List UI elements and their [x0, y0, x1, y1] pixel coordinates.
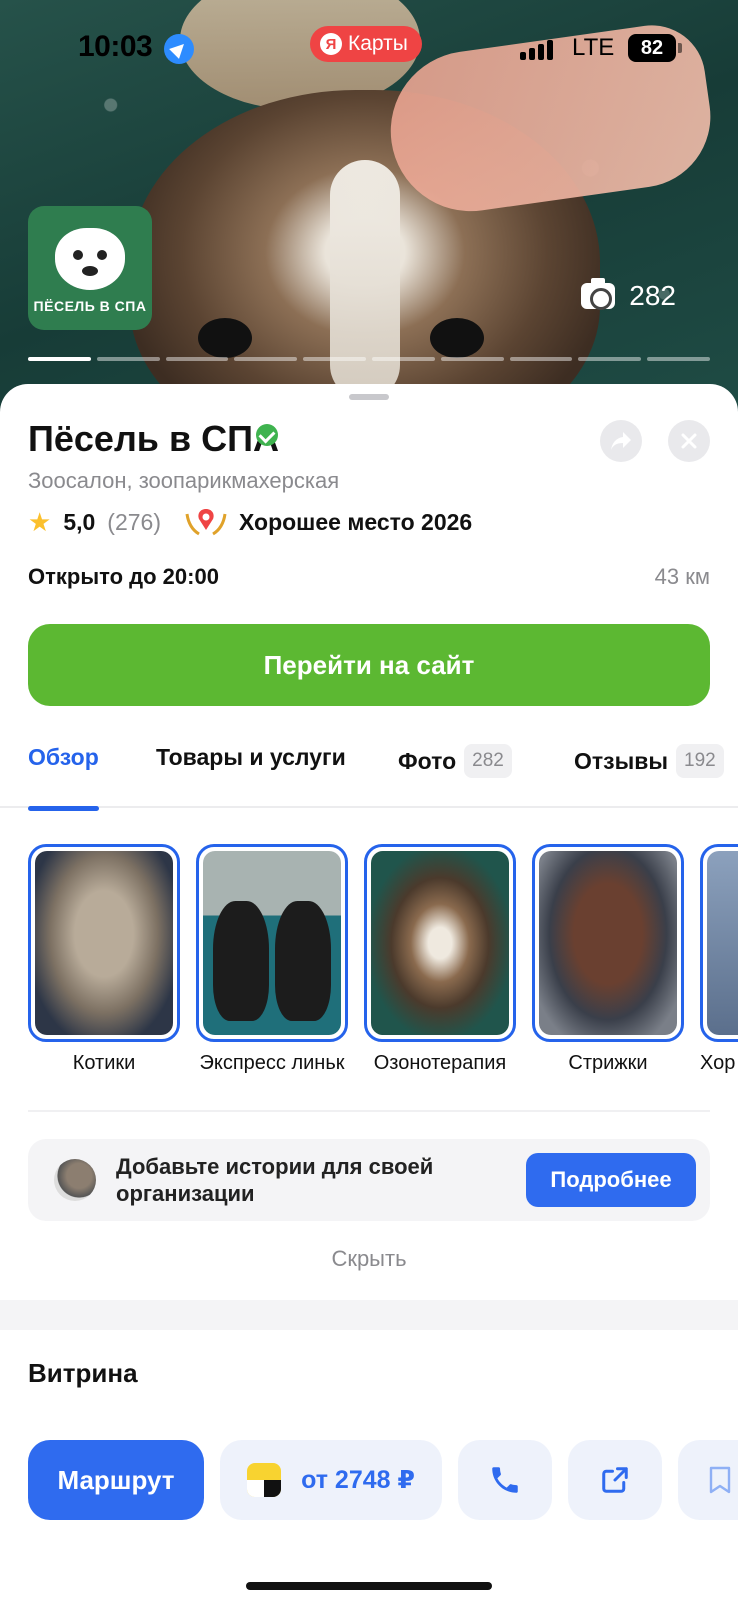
pager-segment	[647, 357, 710, 361]
bottom-action-bar: Маршрут от 2748 ₽	[0, 1390, 738, 1600]
tab-label: Отзывы	[574, 747, 669, 774]
tab-label: Фото	[398, 747, 457, 774]
story-frame	[196, 844, 348, 1042]
taxi-price: от 2748 ₽	[301, 1466, 415, 1494]
share-button[interactable]	[600, 420, 642, 462]
distance: 43 км	[654, 564, 710, 589]
photo-dog-eye	[430, 318, 484, 358]
call-button[interactable]	[458, 1440, 552, 1520]
rating-count: (276)	[107, 508, 161, 535]
story-image	[203, 851, 341, 1035]
story-image	[35, 851, 173, 1035]
dog-logo-icon	[55, 228, 125, 290]
tab-count: 282	[464, 744, 512, 778]
open-external-icon	[602, 1467, 628, 1493]
photo-dog-blaze	[330, 160, 400, 400]
status-bar: 10:03 Я Карты LTE 82	[0, 0, 738, 100]
bookmark-icon	[709, 1466, 731, 1494]
open-external-button[interactable]	[568, 1440, 662, 1520]
tab-count: 192	[676, 744, 724, 778]
photo-pager	[28, 357, 710, 361]
story-label: Хор	[700, 1052, 736, 1074]
go-to-site-button[interactable]: Перейти на сайт	[28, 624, 710, 706]
story-label: Котики	[72, 1052, 136, 1074]
stories-promo-banner: Добавьте истории для своей организации П…	[28, 1139, 710, 1221]
signal-icon	[520, 40, 553, 60]
award-icon	[185, 509, 227, 536]
back-to-app-button[interactable]: Я Карты	[310, 26, 422, 62]
place-category: Зоосалон, зоопарикмахерская	[28, 468, 340, 493]
story-label: Озонотерапия	[373, 1052, 507, 1074]
story-item[interactable]: Стрижки	[532, 844, 684, 1075]
close-button[interactable]	[668, 420, 710, 462]
divider	[28, 1110, 710, 1112]
verified-icon	[256, 424, 278, 446]
phone-icon	[492, 1467, 518, 1493]
story-frame	[28, 844, 180, 1042]
story-item[interactable]: Хор	[700, 844, 738, 1075]
status-time: 10:03	[78, 30, 153, 63]
place-name: Пёсель в СПА	[28, 418, 279, 459]
story-item[interactable]: Озонотерапия	[364, 844, 516, 1075]
story-item[interactable]: Котики	[28, 844, 180, 1075]
camera-icon	[581, 278, 616, 310]
promo-text: Добавьте истории для своей организации	[116, 1154, 434, 1206]
photo-count-button[interactable]: 282	[581, 278, 676, 312]
pager-segment	[440, 357, 504, 361]
stories-carousel[interactable]: Котики Экспресс линьк Озонотерапия Стриж…	[28, 844, 738, 1094]
share-icon	[611, 432, 631, 450]
tab-photos[interactable]: Фото 282	[398, 744, 512, 778]
rating-value: 5,0	[63, 508, 96, 535]
rating-row[interactable]: ★ 5,0 (276) Хорошее место 2026	[28, 506, 472, 538]
photo-count-value: 282	[629, 280, 676, 311]
story-item[interactable]: Экспресс линьк	[196, 844, 348, 1075]
pager-segment	[371, 357, 435, 361]
showcase-title: Витрина	[28, 1358, 138, 1388]
story-frame	[364, 844, 516, 1042]
story-label: Стрижки	[568, 1052, 648, 1074]
network-type: LTE	[572, 34, 615, 61]
story-frame	[532, 844, 684, 1042]
more-info-button[interactable]: Подробнее	[526, 1153, 696, 1207]
pager-segment	[28, 357, 91, 361]
story-image	[539, 851, 677, 1035]
yandex-badge-icon: Я	[320, 33, 342, 55]
pager-segment	[303, 357, 366, 361]
hide-link[interactable]: Скрыть	[0, 1246, 738, 1272]
home-indicator	[246, 1582, 492, 1590]
tab-bar: Обзор Товары и услуги Фото 282 Отзывы 19…	[0, 724, 738, 811]
taxi-icon	[247, 1463, 282, 1497]
pager-segment	[165, 357, 229, 361]
pager-segment	[578, 357, 642, 361]
story-label: Экспресс линьк	[199, 1052, 345, 1074]
tab-label: Обзор	[28, 744, 99, 770]
tab-overview[interactable]: Обзор	[28, 744, 99, 811]
taxi-button[interactable]: от 2748 ₽	[220, 1440, 442, 1520]
story-image	[707, 851, 738, 1035]
pager-segment	[96, 357, 160, 361]
section-separator	[0, 1300, 738, 1330]
story-image	[371, 851, 509, 1035]
close-icon	[681, 433, 697, 449]
battery-indicator: 82	[628, 34, 682, 62]
route-button[interactable]: Маршрут	[28, 1440, 204, 1520]
sheet-grabber[interactable]	[349, 394, 389, 400]
bookmark-button[interactable]	[678, 1440, 738, 1520]
star-icon: ★	[28, 506, 52, 537]
place-logo[interactable]: ПЁСЕЛЬ В СПА	[28, 206, 152, 330]
location-arrow-icon	[164, 34, 194, 64]
pager-segment	[509, 357, 573, 361]
pager-segment	[234, 357, 298, 361]
award-label: Хорошее место 2026	[239, 508, 473, 535]
tab-label: Товары и услуги	[156, 744, 346, 770]
back-to-app-label: Карты	[348, 32, 408, 55]
tab-reviews[interactable]: Отзывы 192	[574, 744, 724, 778]
hero-photo[interactable]: 10:03 Я Карты LTE 82 ПЁСЕЛЬ В СПА 282	[0, 0, 738, 420]
avatar	[54, 1159, 96, 1201]
logo-text: ПЁСЕЛЬ В СПА	[33, 298, 147, 314]
story-frame	[700, 844, 738, 1042]
tab-goods-services[interactable]: Товары и услуги	[156, 744, 346, 771]
photo-dog-eye	[198, 318, 252, 358]
opening-hours[interactable]: Открыто до 20:00	[28, 564, 219, 590]
